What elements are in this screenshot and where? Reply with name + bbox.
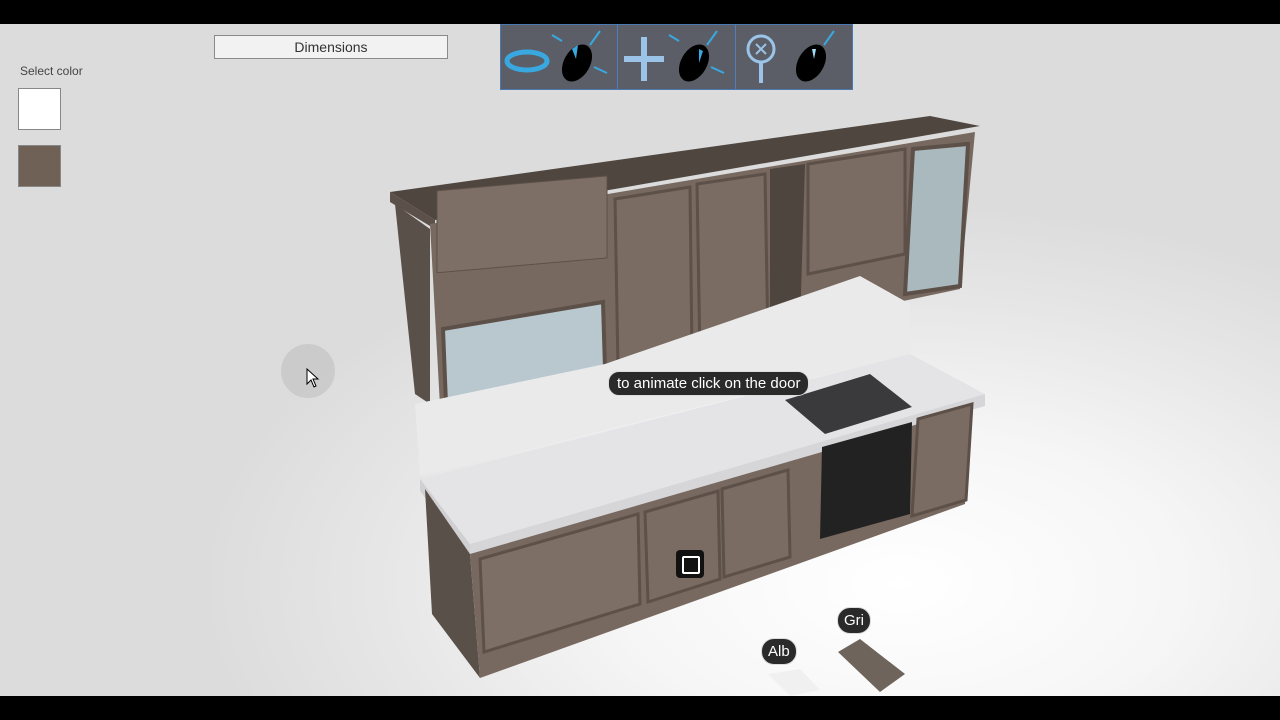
rotate-mouse-left-icon <box>501 25 619 89</box>
pan-mouse-right-icon <box>618 25 736 89</box>
door-animate-icon[interactable] <box>676 550 704 578</box>
dimensions-button[interactable]: Dimensions <box>214 35 448 59</box>
color-swatch-white[interactable] <box>18 88 61 130</box>
material-label-gri[interactable]: Gri <box>837 607 871 634</box>
zoom-mouse-wheel-icon <box>736 25 852 89</box>
material-label-alb[interactable]: Alb <box>761 638 797 665</box>
color-swatch-brown[interactable] <box>18 145 61 187</box>
navigation-help-toolbar <box>500 24 853 90</box>
kitchen-3d-model[interactable] <box>0 24 1280 696</box>
select-color-label: Select color <box>20 64 83 78</box>
material-sample-gri[interactable] <box>838 639 905 692</box>
mouse-cursor-icon <box>306 368 320 388</box>
3d-viewport[interactable]: Dimensions Select color to animate click… <box>0 24 1280 696</box>
animate-hint-tooltip: to animate click on the door <box>608 371 810 396</box>
material-sample-alb[interactable] <box>768 669 820 696</box>
